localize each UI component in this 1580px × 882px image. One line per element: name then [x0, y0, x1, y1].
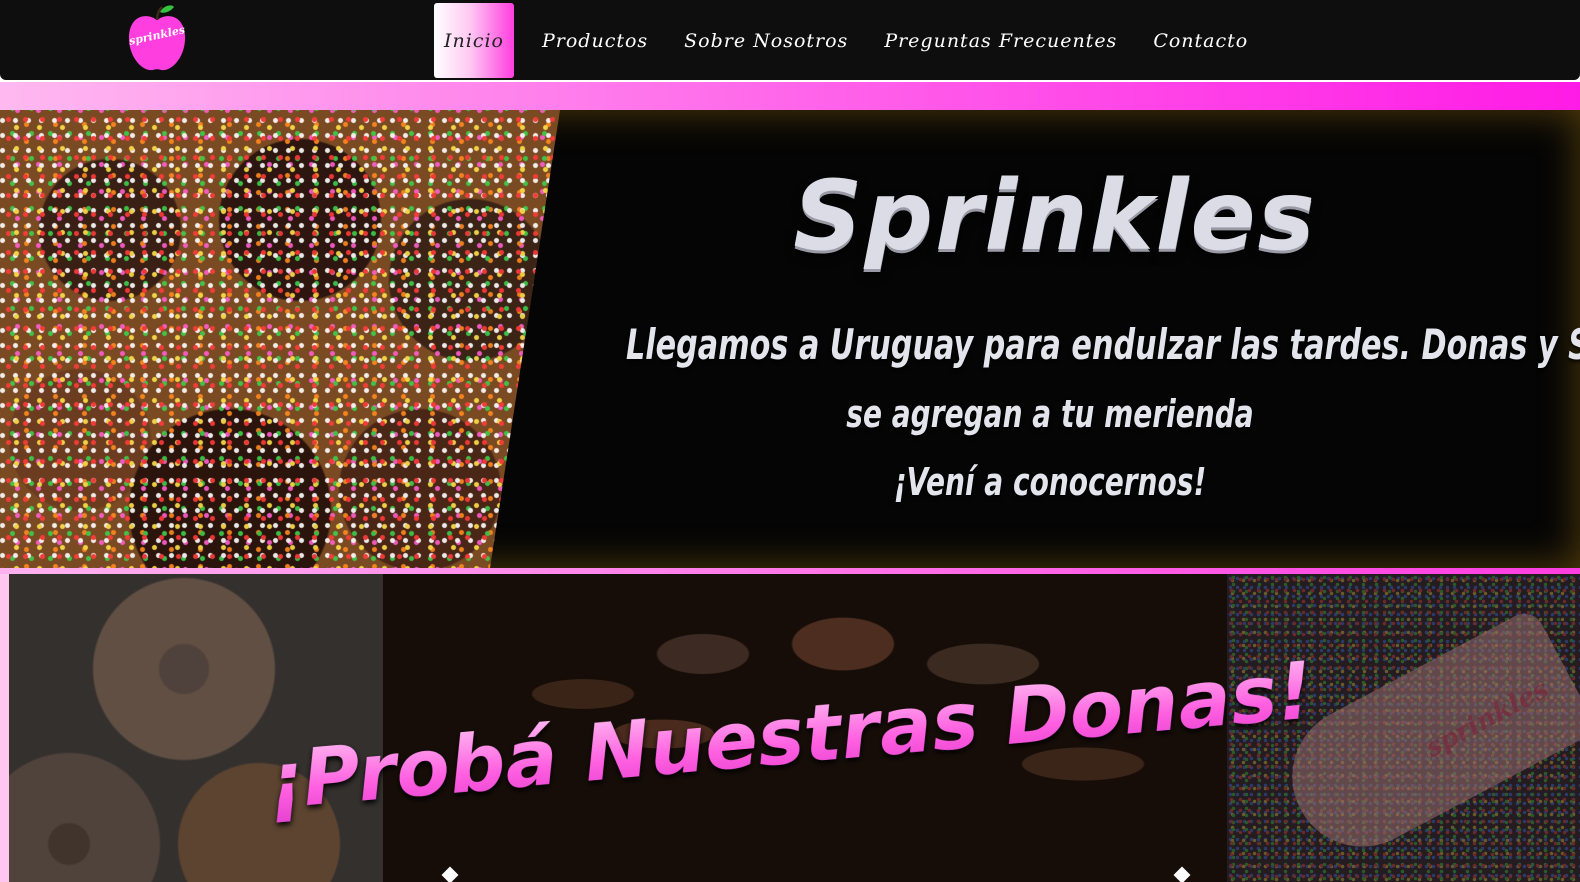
donas-section: sprinkles ¡Probá Nuestras Donas! [0, 574, 1580, 882]
hero-title: Sprinkles [793, 160, 1317, 272]
hero-tagline-line3: ¡Vení a conocernos! [893, 460, 1207, 504]
sprinkles-texture [0, 110, 560, 568]
hero-tagline-line1: Llegamos a Uruguay para endulzar las tar… [626, 320, 1580, 369]
nav-item-contacto[interactable]: Contacto [1135, 3, 1266, 78]
nav-item-sobre-nosotros[interactable]: Sobre Nosotros [666, 3, 866, 78]
navbar: sprinkles Inicio Productos Sobre Nosotro… [0, 0, 1580, 80]
hero-banner: Sprinkles Llegamos a Uruguay para endulz… [0, 110, 1580, 568]
pink-gradient-bar [0, 82, 1580, 110]
main-nav: Inicio Productos Sobre Nosotros Pregunta… [434, 3, 1266, 78]
nav-item-preguntas-frecuentes[interactable]: Preguntas Frecuentes [866, 3, 1135, 78]
hero-tagline-line2: se agregan a tu merienda [846, 392, 1254, 436]
donuts-photo [0, 110, 560, 568]
sprinkles-logo[interactable]: sprinkles [126, 4, 188, 74]
nav-item-productos[interactable]: Productos [524, 3, 666, 78]
nav-item-inicio[interactable]: Inicio [434, 3, 514, 78]
